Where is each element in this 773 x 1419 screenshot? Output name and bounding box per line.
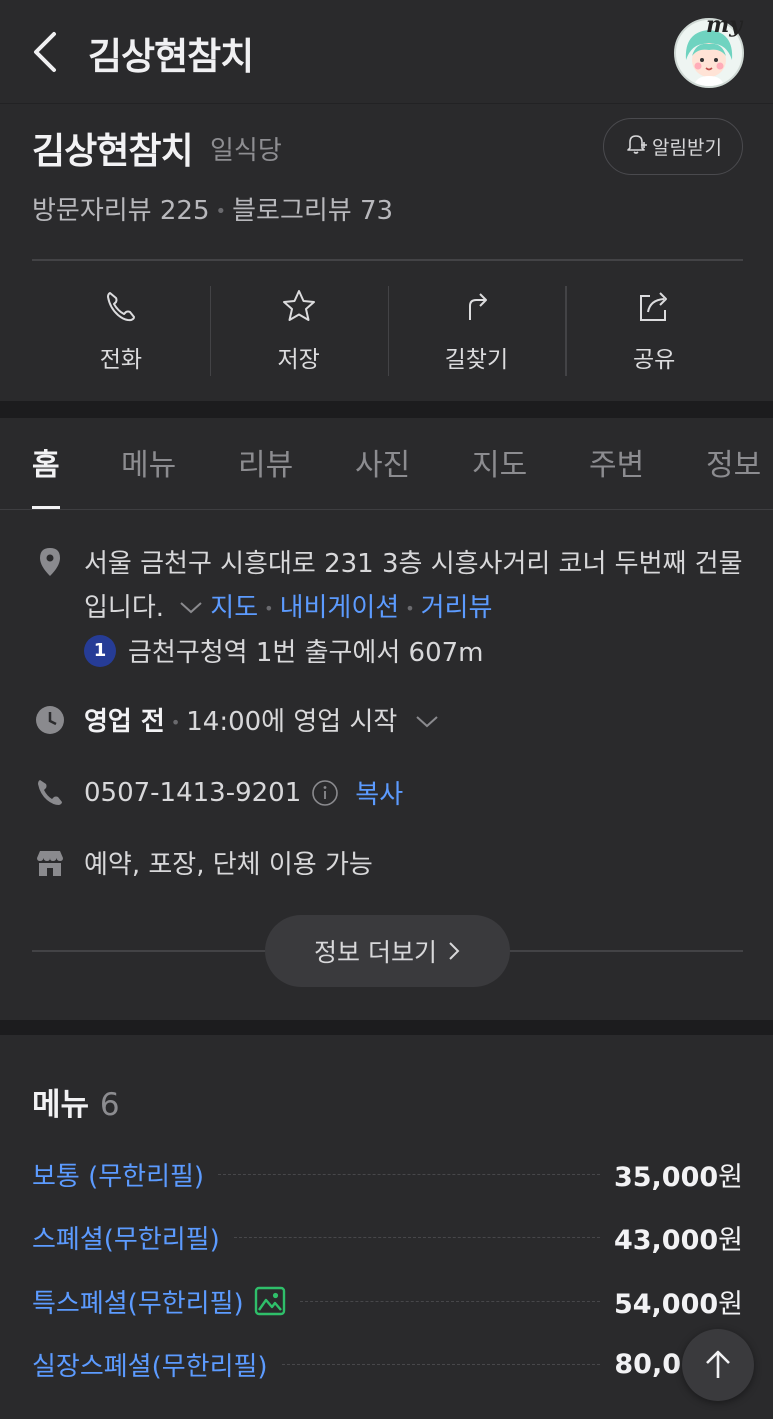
review-counts: 방문자리뷰 225 • 블로그리뷰 73 [32, 190, 393, 227]
menu-item-name: 특스폐셜(무한리필) [32, 1288, 244, 1319]
separator-dot: • [215, 201, 227, 222]
price-value: 35,000 [613, 1161, 719, 1193]
directions-icon [469, 293, 488, 320]
top-bar: 김상현참치 my [0, 0, 773, 104]
phone-number[interactable]: 0507-1413-9201 [84, 778, 301, 808]
call-button[interactable]: 전화 [32, 274, 210, 389]
streetview-link[interactable]: 거리뷰 [421, 593, 493, 623]
dotted-leader [233, 1236, 600, 1238]
tab-info[interactable]: 정보 [706, 440, 761, 484]
notification-button[interactable]: 알림받기 [603, 118, 743, 175]
subway-text: 금천구청역 1번 출구에서 607m [128, 638, 484, 668]
place-summary: 김상현참치 일식당 알림받기 방문자리뷰 225 • 블로그리뷰 73 전화 저장 … [0, 104, 773, 401]
bell-plus-icon [624, 132, 648, 161]
menu-title-text: 메뉴 [32, 1087, 90, 1123]
business-status: 영업 전 [84, 707, 165, 737]
scroll-to-top-button[interactable] [682, 1329, 754, 1401]
menu-section: 메뉴 6 보통 (무한리필) 35,000원 스폐셜(무한리필) 43,000원… [0, 1035, 773, 1419]
facilities: 예약, 포장, 단체 이용 가능 [84, 850, 373, 880]
divider [32, 259, 743, 261]
save-label: 저장 [277, 347, 320, 373]
directions-label: 길찾기 [444, 347, 509, 373]
tab-map[interactable]: 지도 [472, 440, 527, 484]
arrow-up-icon [706, 1350, 730, 1378]
call-label: 전화 [99, 347, 143, 373]
menu-title: 메뉴 6 [32, 1079, 120, 1124]
tab-photo[interactable]: 사진 [355, 440, 410, 484]
share-label: 공유 [632, 347, 676, 373]
phone-icon [38, 780, 62, 805]
subway-line-badge: 1 [84, 634, 116, 667]
info-section: 서울 금천구 시흥대로 231 3층 시흥사거리 코너 두번째 건물입니다. 지… [0, 510, 773, 1020]
price-value: 54,000 [613, 1288, 719, 1320]
notification-label: 알림받기 [652, 137, 722, 159]
dotted-leader [281, 1363, 601, 1365]
tab-bar: 홈 메뉴 리뷰 사진 지도 주변 정보 [0, 418, 773, 510]
page-title: 김상현참치 [88, 35, 254, 78]
my-badge: my [706, 12, 743, 38]
business-hours[interactable]: 영업 전 • 14:00에 영업 시작 [84, 701, 440, 738]
more-info-label: 정보 더보기 [314, 938, 437, 967]
menu-item-price: 43,000원 [614, 1218, 743, 1257]
separator-dot: • [170, 713, 181, 732]
visitor-review-link[interactable]: 방문자리뷰 225 [32, 196, 210, 226]
address: 서울 금천구 시흥대로 231 3층 시흥사거리 코너 두번째 건물입니다. 지… [84, 542, 749, 631]
hours-text: 14:00에 영업 시작 [186, 707, 398, 737]
navigation-link[interactable]: 내비게이션 [280, 593, 400, 623]
tab-menu[interactable]: 메뉴 [121, 440, 176, 484]
photo-icon[interactable] [254, 1285, 286, 1317]
share-button[interactable]: 공유 [565, 274, 743, 389]
map-link[interactable]: 지도 [210, 593, 258, 623]
menu-item[interactable]: 실장스폐셜(무한리필) 80,0 [32, 1342, 681, 1386]
active-tab-indicator [32, 506, 60, 509]
price-unit: 원 [718, 1161, 743, 1193]
separator-dot: • [264, 598, 274, 618]
menu-item-price: 35,000원 [614, 1155, 743, 1194]
menu-item-name: 스폐셜(무한리필) [32, 1224, 220, 1255]
phone-icon [106, 292, 135, 322]
place-name: 김상현참치 [32, 131, 194, 172]
menu-count: 6 [99, 1087, 120, 1123]
subway-info: 1 금천구청역 1번 출구에서 607m [84, 632, 484, 669]
price-value: 43,000 [613, 1224, 719, 1256]
save-button[interactable]: 저장 [209, 274, 388, 389]
action-bar: 전화 저장 길찾기 공유 [32, 274, 743, 389]
star-icon [282, 290, 315, 321]
directions-button[interactable]: 길찾기 [387, 274, 566, 389]
menu-item-name: 보통 (무한리필) [32, 1161, 205, 1192]
store-icon [37, 851, 63, 876]
tab-home[interactable]: 홈 [32, 440, 60, 484]
separator-dot: • [405, 598, 415, 618]
blog-review-link[interactable]: 블로그리뷰 73 [232, 196, 393, 226]
chevron-down-icon [415, 716, 438, 728]
more-info-button[interactable]: 정보 더보기 [265, 915, 510, 987]
back-icon[interactable] [24, 26, 68, 78]
section-gap [0, 1020, 773, 1035]
phone-row: 0507-1413-9201 복사 [84, 774, 403, 811]
price-unit: 원 [718, 1224, 743, 1256]
menu-item[interactable]: 스폐셜(무한리필) 43,000원 [32, 1215, 743, 1259]
dotted-leader [218, 1173, 600, 1175]
section-gap [0, 401, 773, 418]
menu-item-price: 80,0 [614, 1349, 681, 1380]
tab-nearby[interactable]: 주변 [589, 440, 644, 484]
location-pin-icon [40, 548, 60, 576]
place-category: 일식당 [210, 136, 282, 166]
dotted-leader [299, 1300, 600, 1302]
price-value: 80,0 [614, 1348, 681, 1380]
menu-item[interactable]: 특스폐셜(무한리필) 54,000원 [32, 1279, 743, 1323]
tab-review[interactable]: 리뷰 [238, 440, 293, 484]
info-icon[interactable] [311, 779, 339, 807]
menu-item-name: 실장스폐셜(무한리필) [32, 1351, 268, 1382]
menu-item[interactable]: 보통 (무한리필) 35,000원 [32, 1152, 743, 1196]
menu-item-name-wrap: 특스폐셜(무한리필) [32, 1283, 286, 1320]
price-unit: 원 [718, 1288, 743, 1320]
menu-item-price: 54,000원 [614, 1282, 743, 1321]
chevron-right-icon [449, 942, 460, 960]
copy-button[interactable]: 복사 [355, 774, 403, 811]
chevron-down-icon[interactable] [178, 600, 204, 616]
share-icon [640, 292, 668, 321]
clock-icon [36, 706, 64, 734]
